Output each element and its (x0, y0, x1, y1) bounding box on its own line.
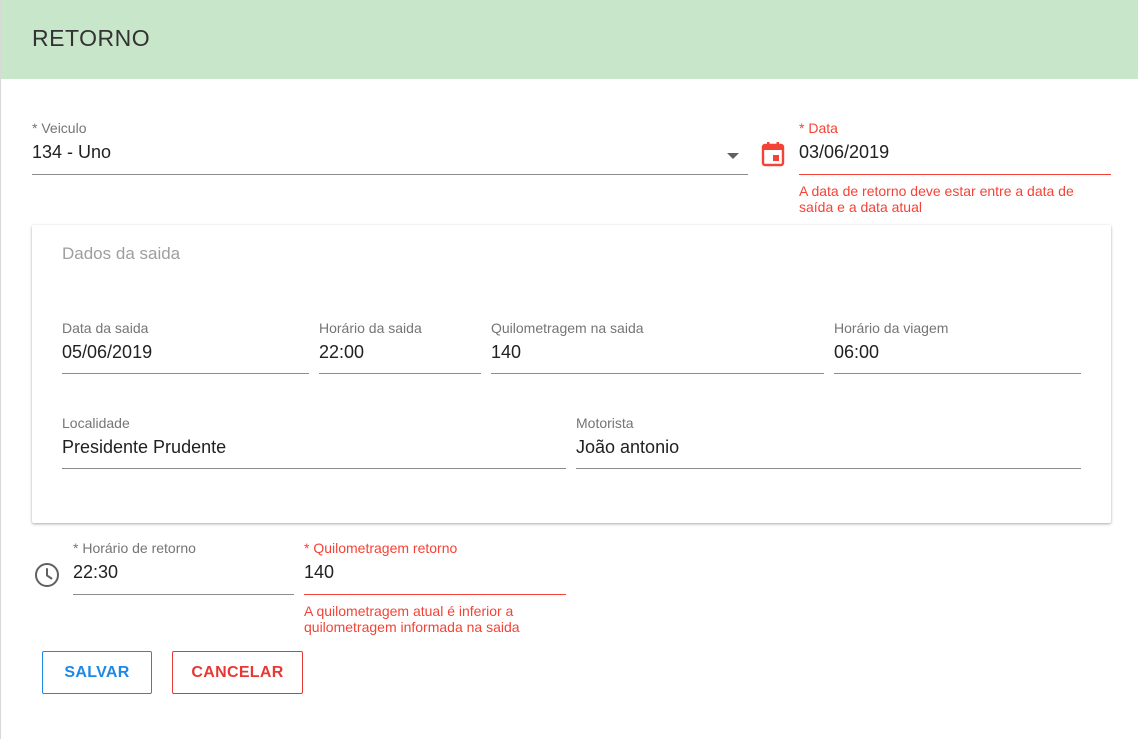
data-saida-underline (62, 373, 309, 374)
horario-viagem-underline (834, 373, 1081, 374)
chevron-down-icon[interactable] (727, 153, 739, 159)
data-saida-label: Data da saida (62, 320, 149, 336)
quilometragem-retorno-value: 140 (304, 562, 335, 582)
quilometragem-error-line: quilometragem informada na saida (304, 619, 520, 635)
localidade-field[interactable]: Localidade Presidente Prudente (62, 415, 566, 471)
horario-retorno-field[interactable]: * Horário de retorno 22:30 (73, 540, 294, 596)
data-underline (799, 174, 1111, 175)
cancel-button[interactable]: CANCELAR (172, 651, 303, 694)
quilometragem-saida-label: Quilometragem na saida (491, 320, 644, 336)
veiculo-value: 134 - Uno (32, 142, 112, 162)
horario-retorno-underline (73, 594, 294, 595)
veiculo-select[interactable]: * Veiculo 134 - Uno (32, 120, 748, 176)
data-error-line: saída e a data atual (799, 199, 922, 215)
quilometragem-saida-underline (491, 373, 824, 374)
horario-saida-field[interactable]: Horário da saida 22:00 (319, 320, 481, 376)
data-label: * Data (799, 120, 838, 136)
quilometragem-error-line: A quilometragem atual é inferior a (304, 603, 514, 619)
veiculo-label: * Veiculo (32, 120, 87, 136)
quilometragem-saida-value: 140 (491, 342, 522, 362)
motorista-label: Motorista (576, 415, 634, 431)
dialog-title: RETORNO (32, 25, 151, 51)
motorista-field[interactable]: Motorista João antonio (576, 415, 1081, 471)
horario-saida-underline (319, 373, 481, 374)
data-field[interactable]: * Data 03/06/2019 (799, 120, 1111, 176)
calendar-icon[interactable] (761, 141, 785, 167)
localidade-underline (62, 468, 566, 469)
card-title: Dados da saida (62, 244, 181, 263)
data-error-line: A data de retorno deve estar entre a dat… (799, 183, 1074, 199)
motorista-underline (576, 468, 1081, 469)
data-error-message: A data de retorno deve estar entre a dat… (799, 183, 1074, 215)
horario-retorno-label: * Horário de retorno (73, 540, 196, 556)
horario-viagem-label: Horário da viagem (834, 320, 949, 336)
horario-saida-label: Horário da saida (319, 320, 422, 336)
quilometragem-retorno-label: * Quilometragem retorno (304, 540, 458, 556)
localidade-value: Presidente Prudente (62, 437, 227, 457)
save-button[interactable]: SALVAR (42, 651, 152, 694)
horario-saida-value: 22:00 (319, 342, 365, 362)
motorista-value: João antonio (576, 437, 680, 457)
dialog-header: RETORNO (1, 0, 1138, 79)
horario-viagem-field[interactable]: Horário da viagem 06:00 (834, 320, 1081, 376)
retorno-dialog: RETORNO * Veiculo 134 - Uno * Data 03/06… (0, 0, 1138, 739)
data-saida-value: 05/06/2019 (62, 342, 153, 362)
quilometragem-retorno-underline (304, 594, 566, 595)
localidade-label: Localidade (62, 415, 130, 431)
horario-viagem-value: 06:00 (834, 342, 880, 362)
dados-saida-card: Dados da saida Data da saida 05/06/2019 … (32, 225, 1111, 523)
quilometragem-saida-field[interactable]: Quilometragem na saida 140 (491, 320, 824, 376)
clock-icon[interactable] (34, 562, 60, 588)
data-saida-field[interactable]: Data da saida 05/06/2019 (62, 320, 309, 376)
quilometragem-error-message: A quilometragem atual é inferior a quilo… (304, 603, 520, 635)
horario-retorno-value: 22:30 (73, 562, 119, 582)
quilometragem-retorno-field[interactable]: * Quilometragem retorno 140 (304, 540, 566, 596)
data-value: 03/06/2019 (799, 142, 890, 162)
veiculo-underline (32, 174, 748, 175)
